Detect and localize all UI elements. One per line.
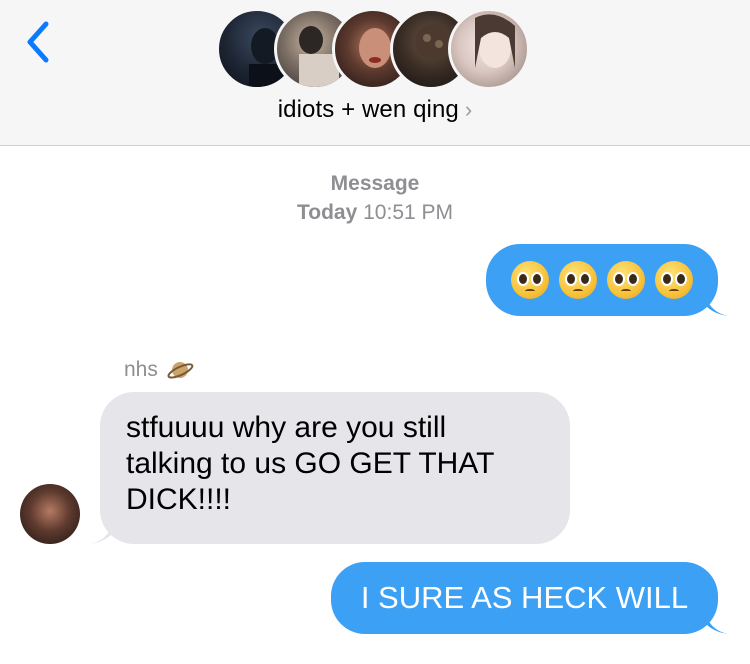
group-name: idiots + wen qing [277, 96, 459, 123]
sender-label: nhs [124, 356, 194, 384]
group-avatars[interactable] [216, 8, 536, 90]
bubble-tail [90, 524, 112, 544]
timestamp: Today 10:51 PM [0, 201, 750, 225]
service-label: Message [330, 172, 420, 195]
ringed-planet-icon [167, 362, 194, 379]
sender-name: nhs [124, 358, 158, 381]
outgoing-message-bubble[interactable]: I SURE AS HECK WILL [331, 562, 718, 634]
pleading-face-emoji [607, 261, 645, 299]
pleading-face-emoji [655, 261, 693, 299]
timestamp-time: 10:51 PM [363, 201, 454, 224]
pleading-face-emoji [511, 261, 549, 299]
back-button[interactable] [18, 18, 58, 66]
bubble-tail [706, 296, 728, 316]
avatar [448, 8, 530, 90]
group-name-button[interactable]: idiots + wen qing › [0, 96, 750, 124]
conversation-header: idiots + wen qing › [0, 0, 750, 146]
message-line: stfuuuu why are you still [126, 411, 447, 444]
chevron-right-icon: › [464, 97, 473, 122]
bubble-tail [706, 614, 728, 634]
message-text: I SURE AS HECK WILL [360, 580, 689, 615]
pleading-face-emoji [559, 261, 597, 299]
sender-avatar[interactable] [20, 484, 80, 544]
outgoing-message-bubble[interactable] [486, 244, 718, 316]
message-line: talking to us GO GET THAT [126, 447, 495, 480]
timestamp-day: Today [296, 201, 358, 224]
incoming-message-bubble[interactable]: stfuuuu why are you still talking to us … [100, 392, 570, 544]
message-line: DICK!!!! [126, 483, 232, 516]
chevron-left-icon [27, 21, 49, 63]
